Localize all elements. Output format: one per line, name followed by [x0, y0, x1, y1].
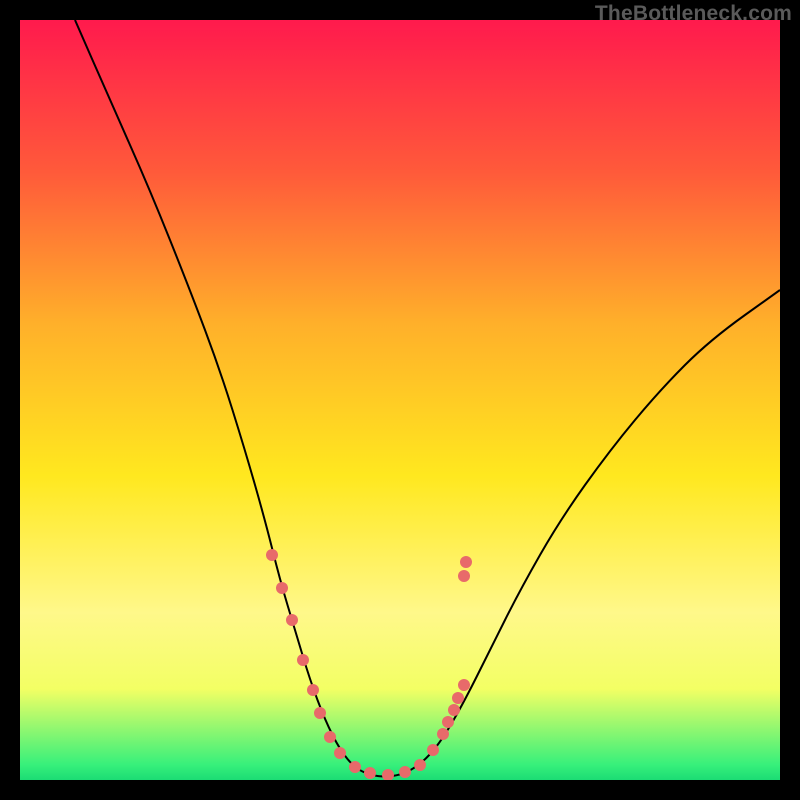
highlight-dots [266, 549, 472, 780]
bottleneck-curve [75, 20, 780, 777]
watermark-text: TheBottleneck.com [595, 2, 792, 26]
marker-dot [399, 766, 411, 778]
marker-dot [314, 707, 326, 719]
marker-dot [297, 654, 309, 666]
marker-dot [460, 556, 472, 568]
marker-dot [382, 769, 394, 780]
marker-dot [364, 767, 376, 779]
marker-dot [266, 549, 278, 561]
marker-dot [286, 614, 298, 626]
marker-dot [349, 761, 361, 773]
marker-dot [437, 728, 449, 740]
marker-dot [307, 684, 319, 696]
marker-dot [458, 679, 470, 691]
marker-dot [334, 747, 346, 759]
marker-dot [427, 744, 439, 756]
plot-area [20, 20, 780, 780]
marker-dot [458, 570, 470, 582]
marker-dot [276, 582, 288, 594]
marker-dot [442, 716, 454, 728]
marker-dot [324, 731, 336, 743]
outer-frame: TheBottleneck.com [0, 0, 800, 800]
marker-dot [448, 704, 460, 716]
marker-dot [414, 759, 426, 771]
chart-svg [20, 20, 780, 780]
marker-dot [452, 692, 464, 704]
